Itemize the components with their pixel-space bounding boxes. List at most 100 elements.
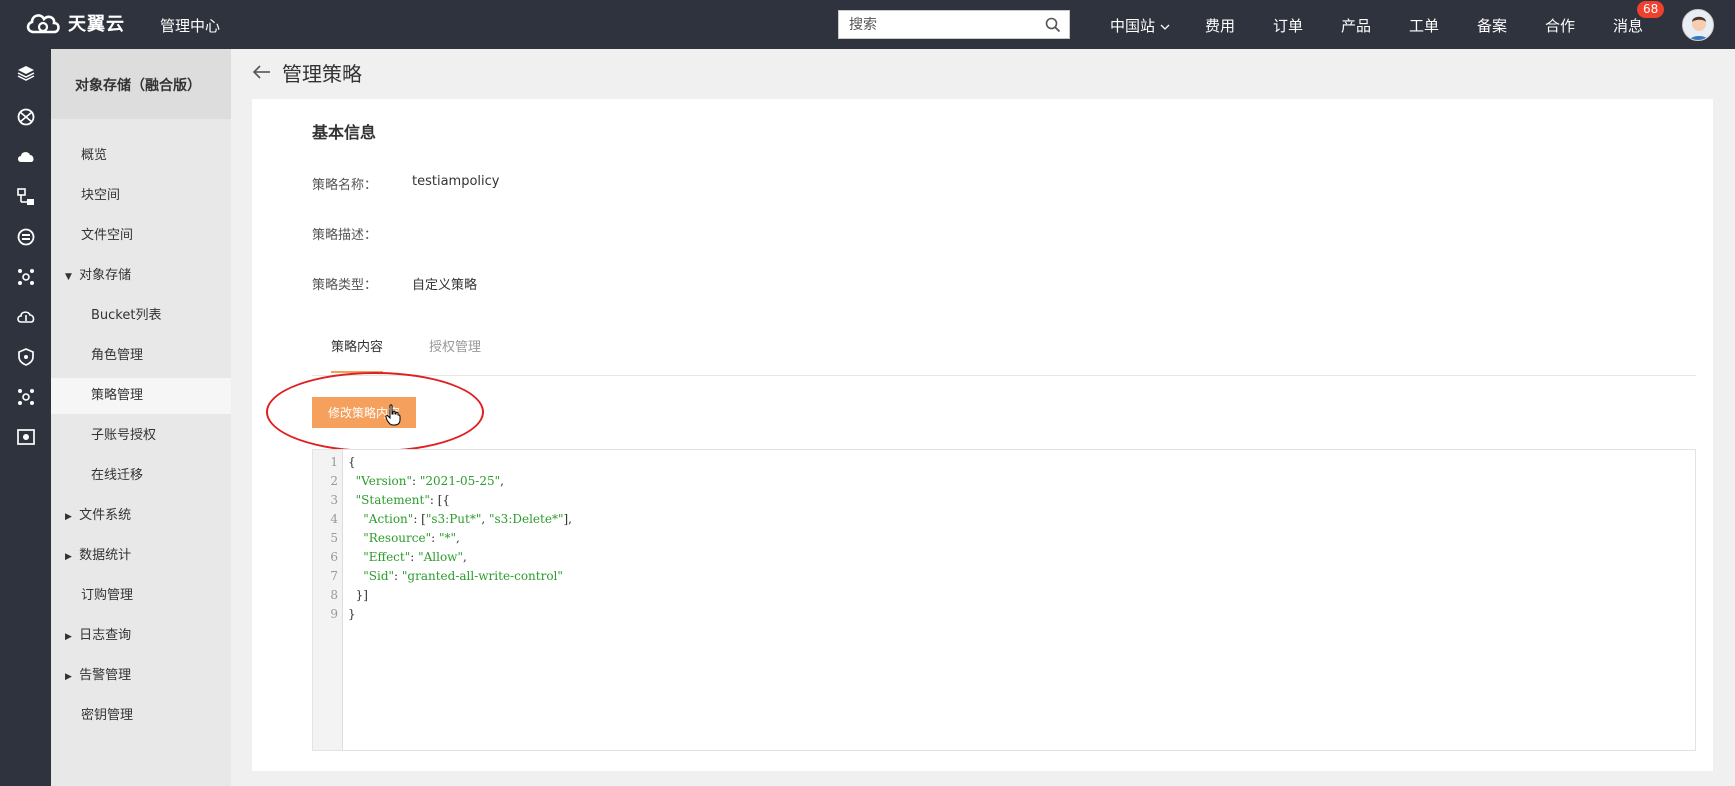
topology-icon[interactable] xyxy=(16,187,36,207)
sidebar-item-data-stats[interactable]: ▶ 数据统计 xyxy=(51,538,231,574)
code-line: }] xyxy=(348,588,368,602)
sidebar-item-subaccount-auth[interactable]: 子账号授权 xyxy=(51,418,231,454)
code-line: "Effect": "Allow", xyxy=(348,550,467,564)
sidebar-item-label: 角色管理 xyxy=(91,348,144,363)
cluster-icon[interactable] xyxy=(16,267,36,287)
caret-right-icon: ▶ xyxy=(65,512,72,522)
sidebar-item-overview[interactable]: 概览 xyxy=(51,138,231,174)
policy-detail-card: 基本信息 策略名称： testiampolicy 策略描述： 策略类型： 自定义… xyxy=(252,99,1713,771)
sidebar-item-object-storage[interactable]: ▼ 对象存储 xyxy=(51,258,231,294)
caret-right-icon: ▶ xyxy=(65,672,72,682)
sidebar-item-key-management[interactable]: 密钥管理 xyxy=(51,698,231,734)
json-punctuation-token: : xyxy=(394,569,402,583)
sidebar-item-role-management[interactable]: 角色管理 xyxy=(51,338,231,374)
page-header: 管理策略 xyxy=(252,58,362,87)
sidebar-item-label: 订购管理 xyxy=(81,588,134,603)
code-line: "Version": "2021-05-25", xyxy=(348,474,504,488)
json-string-token: "Allow" xyxy=(418,550,463,564)
sidebar-item-online-migration[interactable]: 在线迁移 xyxy=(51,458,231,494)
caret-right-icon: ▶ xyxy=(65,552,72,562)
sidebar-item-label: 数据统计 xyxy=(79,548,132,563)
sidebar-item-label: 在线迁移 xyxy=(91,468,144,483)
sidebar-item-label: 子账号授权 xyxy=(91,428,157,443)
json-punctuation-token: , xyxy=(462,550,467,564)
json-string-token: "*" xyxy=(438,531,457,545)
sidebar-item-policy-management[interactable]: 策略管理 xyxy=(51,378,231,414)
tab-authorization[interactable]: 授权管理 xyxy=(429,336,481,371)
search-input[interactable] xyxy=(839,11,1029,38)
json-punctuation-token: { xyxy=(348,455,356,469)
code-line: } xyxy=(348,607,356,621)
json-punctuation-token: : [ xyxy=(413,512,426,526)
json-string-token: "s3:Put*" xyxy=(425,512,482,526)
json-string-token: "2021-05-25" xyxy=(419,474,501,488)
json-string-token: "granted-all-write-control" xyxy=(401,569,563,583)
layers-icon[interactable] xyxy=(16,63,36,83)
sidebar-item-file-space[interactable]: 文件空间 xyxy=(51,218,231,254)
sidebar-item-label: 块空间 xyxy=(81,188,121,203)
nav-partners[interactable]: 合作 xyxy=(1545,15,1575,36)
caret-down-icon: ▼ xyxy=(65,272,72,282)
management-center-link[interactable]: 管理中心 xyxy=(160,15,220,36)
sidebar-title: 对象存储（融合版） xyxy=(51,49,231,119)
tab-policy-content[interactable]: 策略内容 xyxy=(331,336,384,373)
sidebar-item-log-query[interactable]: ▶ 日志查询 xyxy=(51,618,231,654)
sidebar-item-alarm-management[interactable]: ▶ 告警管理 xyxy=(51,658,231,694)
globe-network-icon[interactable] xyxy=(16,107,36,127)
top-bar: 天翼云 管理中心 中国站 费用 订单 产品 工单 备案 合作 消息 68 xyxy=(0,0,1735,49)
shield-icon[interactable] xyxy=(16,347,36,367)
user-avatar[interactable] xyxy=(1682,9,1714,41)
tab-bar: 策略内容 授权管理 xyxy=(312,324,1696,376)
nav-orders[interactable]: 订单 xyxy=(1273,15,1303,36)
sidebar-item-label: 文件空间 xyxy=(81,228,134,243)
search-icon[interactable] xyxy=(1045,17,1061,37)
line-number: 2 xyxy=(330,474,338,488)
sidebar-item-label: 日志查询 xyxy=(79,628,132,643)
logo[interactable]: 天翼云 xyxy=(24,10,125,36)
nav-filing[interactable]: 备案 xyxy=(1477,15,1507,36)
chevron-down-icon xyxy=(1160,17,1170,35)
code-line: { xyxy=(348,455,356,469)
nav-billing[interactable]: 费用 xyxy=(1205,15,1235,36)
sidebar-item-order-management[interactable]: 订购管理 xyxy=(51,578,231,614)
json-punctuation-token: , xyxy=(481,512,489,526)
json-punctuation-token: }] xyxy=(348,588,368,602)
json-punctuation-token: , xyxy=(500,474,504,488)
sidebar-item-block-space[interactable]: 块空间 xyxy=(51,178,231,214)
line-number: 8 xyxy=(330,588,338,602)
nav-tickets[interactable]: 工单 xyxy=(1409,15,1439,36)
nodes-icon[interactable] xyxy=(16,387,36,407)
policy-name-value: testiampolicy xyxy=(412,174,500,189)
code-line: "Statement": [{ xyxy=(348,493,450,507)
policy-desc-label: 策略描述： xyxy=(312,228,378,243)
line-number: 7 xyxy=(330,569,338,583)
region-selector[interactable]: 中国站 xyxy=(1110,15,1170,36)
search-box xyxy=(838,10,1070,39)
json-punctuation-token xyxy=(348,531,363,545)
cloud-sync-icon[interactable] xyxy=(16,307,36,327)
sidebar-item-label: 策略管理 xyxy=(91,388,144,403)
cloud-icon[interactable] xyxy=(16,147,36,167)
json-punctuation-token: } xyxy=(348,607,356,621)
json-punctuation-token: ], xyxy=(563,512,572,526)
line-number: 9 xyxy=(330,607,338,621)
nav-products[interactable]: 产品 xyxy=(1341,15,1371,36)
back-arrow-icon[interactable] xyxy=(252,61,272,85)
json-punctuation-token xyxy=(348,512,363,526)
sidebar-item-file-system[interactable]: ▶ 文件系统 xyxy=(51,498,231,534)
json-punctuation-token: : xyxy=(431,531,439,545)
section-title: 基本信息 xyxy=(312,123,377,142)
json-punctuation-token xyxy=(348,493,356,507)
sidebar-item-label: 密钥管理 xyxy=(81,708,134,723)
monitor-icon[interactable] xyxy=(16,427,36,447)
database-icon[interactable] xyxy=(16,227,36,247)
message-count-badge: 68 xyxy=(1637,1,1665,18)
json-string-token: "Effect" xyxy=(363,550,411,564)
json-punctuation-token xyxy=(348,550,363,564)
policy-type-value: 自定义策略 xyxy=(412,278,478,293)
nav-messages[interactable]: 消息 xyxy=(1613,15,1643,36)
sidebar-item-bucket-list[interactable]: Bucket列表 xyxy=(51,298,231,334)
sidebar: 对象存储（融合版） 概览 块空间 文件空间 ▼ 对象存储 Bucket列表 角色… xyxy=(51,49,231,786)
policy-code-editor[interactable]: 1 2 3 4 5 6 7 8 9 { "Version": "2021-05-25", "St… xyxy=(312,449,1696,751)
policy-name-label: 策略名称： xyxy=(312,178,378,193)
